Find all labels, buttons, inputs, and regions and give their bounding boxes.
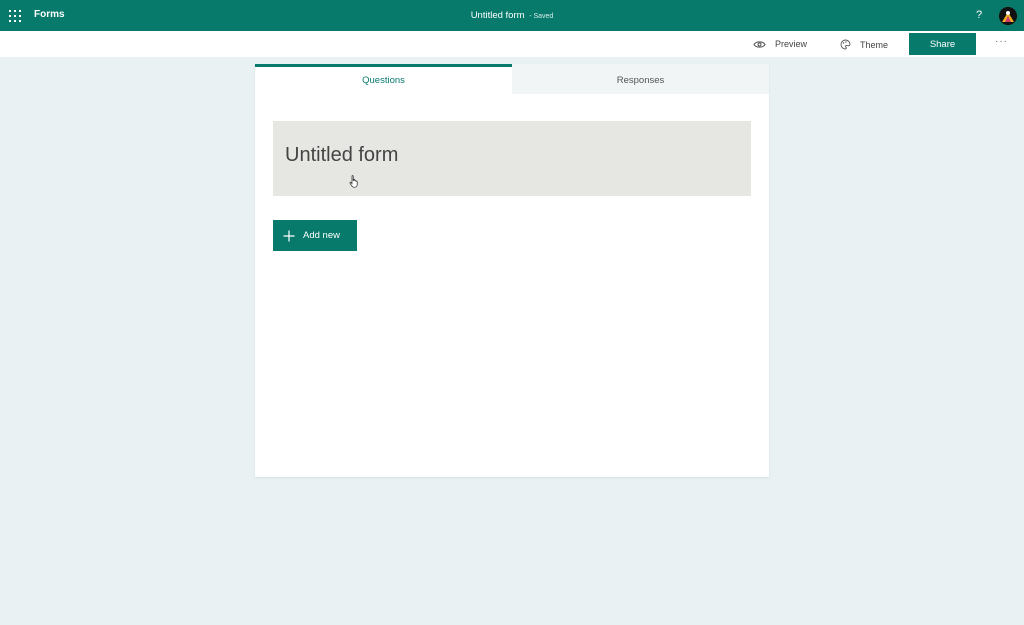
hand-pointer-icon xyxy=(349,175,358,188)
eye-icon xyxy=(753,40,766,48)
user-avatar[interactable] xyxy=(999,7,1017,25)
command-bar: Preview Theme Share ··· xyxy=(0,31,1024,57)
avatar-image-icon xyxy=(999,7,1017,25)
document-title[interactable]: Untitled form xyxy=(471,10,525,21)
form-card: Questions Responses Untitled form Add ne… xyxy=(255,64,769,477)
save-status: - Saved xyxy=(529,13,554,20)
add-new-label: Add new xyxy=(303,230,340,241)
more-options-ellipsis-icon[interactable]: ··· xyxy=(995,36,1008,47)
tab-questions[interactable]: Questions xyxy=(255,64,512,94)
document-title-area: Untitled form - Saved xyxy=(0,10,1024,21)
form-title-box[interactable]: Untitled form xyxy=(273,121,751,196)
palette-icon xyxy=(840,39,851,50)
theme-label: Theme xyxy=(860,39,889,50)
preview-button[interactable]: Preview xyxy=(753,39,807,49)
share-button[interactable]: Share xyxy=(909,33,976,55)
add-new-button[interactable]: Add new xyxy=(273,220,357,251)
plus-icon xyxy=(283,230,295,241)
preview-label: Preview xyxy=(775,39,808,49)
theme-button[interactable]: Theme xyxy=(840,39,888,50)
help-icon[interactable]: ? xyxy=(976,9,982,21)
tab-responses[interactable]: Responses xyxy=(512,64,769,94)
form-title[interactable]: Untitled form xyxy=(285,144,398,167)
top-header-bar: Forms Untitled form - Saved ? xyxy=(0,0,1024,31)
